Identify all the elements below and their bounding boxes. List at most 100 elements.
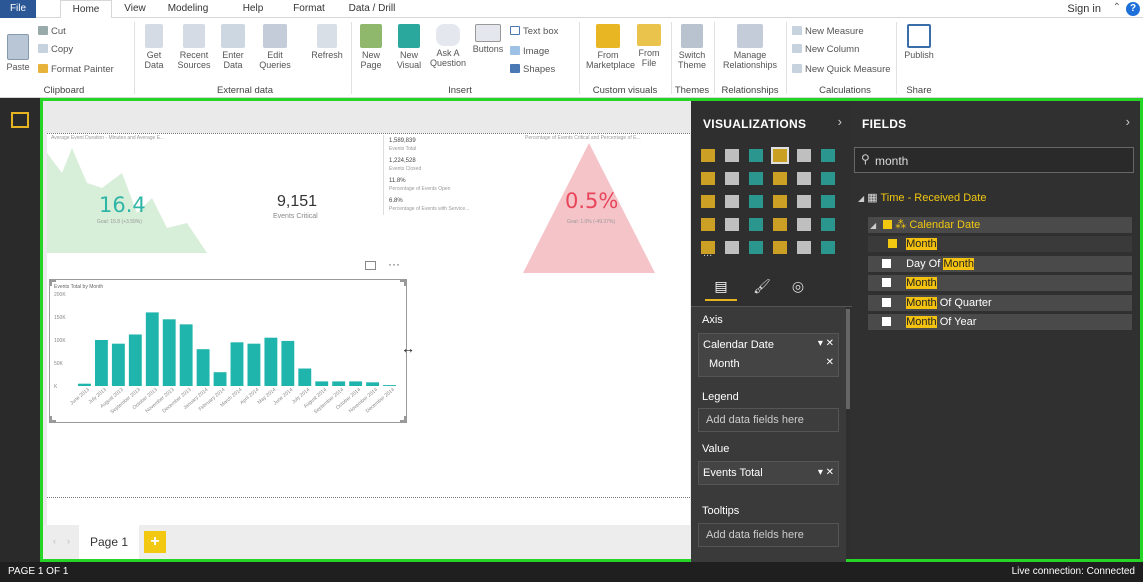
checkbox[interactable] xyxy=(882,278,891,287)
visual-type-icon[interactable] xyxy=(701,172,715,185)
tab-file[interactable]: File xyxy=(0,0,36,18)
visual-type-icon[interactable] xyxy=(797,218,811,231)
visual-type-icon[interactable] xyxy=(821,172,835,185)
checkbox[interactable] xyxy=(882,298,891,307)
field-item-month[interactable]: Month xyxy=(868,275,1132,291)
prev-page-icon[interactable]: ‹ xyxy=(53,536,56,546)
visual-type-icon[interactable] xyxy=(725,241,739,254)
new-column-button[interactable]: New Column xyxy=(792,44,859,56)
collapse-pane-icon[interactable]: › xyxy=(1126,114,1130,129)
bar[interactable] xyxy=(264,337,278,386)
switch-theme-button[interactable]: Switch Theme xyxy=(674,24,710,70)
recent-sources-button[interactable]: Recent Sources xyxy=(174,24,214,70)
new-measure-button[interactable]: New Measure xyxy=(792,26,864,38)
field-item-month-hierarchy[interactable]: Month xyxy=(868,236,1132,252)
next-page-icon[interactable]: › xyxy=(67,536,70,546)
bar[interactable] xyxy=(213,372,227,386)
checkbox[interactable] xyxy=(882,259,891,268)
tab-home[interactable]: Home xyxy=(60,0,112,19)
visual-type-icon[interactable] xyxy=(773,172,787,185)
page-tab[interactable]: Page 1 xyxy=(79,525,139,559)
legend-well[interactable]: Add data fields here xyxy=(698,408,839,432)
visual-type-icon[interactable] xyxy=(821,218,835,231)
bar[interactable] xyxy=(230,342,244,386)
from-file-button[interactable]: From File xyxy=(634,24,664,68)
visual-type-icon[interactable] xyxy=(749,195,763,208)
bar[interactable] xyxy=(366,382,380,386)
visual-type-icon[interactable] xyxy=(701,149,715,162)
report-view-icon[interactable] xyxy=(11,112,29,128)
remove-field-icon[interactable]: ▾ ✕ xyxy=(818,467,834,478)
visual-type-icon[interactable] xyxy=(725,195,739,208)
get-data-button[interactable]: Get Data xyxy=(138,24,170,70)
field-table[interactable]: ◢ ▦ Time - Received Date xyxy=(858,191,986,204)
publish-button[interactable]: Publish xyxy=(902,24,936,60)
sign-in-link[interactable]: Sign in xyxy=(1067,0,1101,18)
visual-type-icon[interactable] xyxy=(725,218,739,231)
visual-type-icon[interactable] xyxy=(725,172,739,185)
field-item-month-of-year[interactable]: Month Of Year xyxy=(868,314,1132,330)
ask-question-button[interactable]: Ask A Question xyxy=(428,24,468,68)
enter-data-button[interactable]: Enter Data xyxy=(218,24,248,70)
format-tab-icon[interactable]: 🖌 xyxy=(747,273,777,299)
paste-button[interactable]: Paste xyxy=(4,34,32,72)
tab-modeling[interactable]: Modeling xyxy=(166,0,210,18)
field-search-input[interactable]: ⚲ month xyxy=(854,147,1134,173)
analytics-tab-icon[interactable]: ◎ xyxy=(783,273,813,299)
bar[interactable] xyxy=(78,383,91,386)
focus-mode-icon[interactable] xyxy=(365,261,376,270)
bar[interactable] xyxy=(247,343,261,386)
checkbox-checked[interactable] xyxy=(883,220,893,229)
bar[interactable] xyxy=(281,340,295,386)
shapes-button[interactable]: Shapes xyxy=(510,64,555,76)
cut-button[interactable]: Cut xyxy=(38,26,66,38)
visual-type-icon[interactable] xyxy=(701,218,715,231)
bar[interactable] xyxy=(162,319,176,386)
visual-type-icon[interactable] xyxy=(821,195,835,208)
checkbox-checked[interactable] xyxy=(888,239,897,248)
bar[interactable] xyxy=(349,381,363,386)
axis-well[interactable]: Calendar Date Month ▾ ✕ ✕ xyxy=(698,333,839,377)
new-page-button[interactable]: New Page xyxy=(356,24,386,70)
visual-type-icon[interactable] xyxy=(725,149,739,162)
bar[interactable] xyxy=(383,385,396,386)
visual-type-icon[interactable] xyxy=(797,241,811,254)
bar[interactable] xyxy=(315,381,329,386)
new-quick-measure-button[interactable]: New Quick Measure xyxy=(792,64,891,76)
bar[interactable] xyxy=(332,381,346,386)
visual-type-icon[interactable] xyxy=(821,149,835,162)
visual-type-icon[interactable] xyxy=(797,172,811,185)
tab-format[interactable]: Format xyxy=(290,0,328,18)
visual-type-icon[interactable] xyxy=(797,195,811,208)
visual-type-icon[interactable] xyxy=(749,172,763,185)
tab-view[interactable]: View xyxy=(118,0,152,18)
image-button[interactable]: Image xyxy=(510,46,549,58)
scrollbar[interactable] xyxy=(846,309,850,409)
visual-type-icon[interactable] xyxy=(749,218,763,231)
field-item-day-of-month[interactable]: Day Of Month xyxy=(868,256,1132,272)
bar[interactable] xyxy=(145,312,159,386)
visual-type-icon[interactable] xyxy=(771,147,789,164)
field-item-month-of-quarter[interactable]: Month Of Quarter xyxy=(868,295,1132,311)
bar-chart-visual[interactable]: Events Total by Month 200K 150K 100K 50K K Jun… xyxy=(49,279,407,423)
value-well[interactable]: Events Total ▾ ✕ xyxy=(698,461,839,485)
format-painter-button[interactable]: Format Painter xyxy=(38,64,114,76)
collapse-pane-icon[interactable]: › xyxy=(838,114,842,129)
fields-tab-icon[interactable]: ▤ xyxy=(705,273,737,301)
new-visual-button[interactable]: New Visual xyxy=(394,24,424,70)
visual-type-icon[interactable] xyxy=(821,241,835,254)
collapse-ribbon-icon[interactable]: ⌃ xyxy=(1113,2,1121,13)
tab-help[interactable]: Help xyxy=(238,0,268,18)
bar[interactable] xyxy=(111,343,125,386)
manage-relationships-button[interactable]: Manage Relationships xyxy=(718,24,782,70)
from-marketplace-button[interactable]: From Marketplace xyxy=(586,24,635,70)
tooltips-well[interactable]: Add data fields here xyxy=(698,523,839,547)
buttons-button[interactable]: Buttons xyxy=(470,24,506,54)
visual-type-icon[interactable] xyxy=(701,195,715,208)
remove-field-icon[interactable]: ▾ ✕ xyxy=(818,338,834,349)
checkbox[interactable] xyxy=(882,317,891,326)
bar[interactable] xyxy=(298,368,312,386)
bar[interactable] xyxy=(128,334,142,386)
help-icon[interactable]: ? xyxy=(1126,2,1140,16)
tab-data-drill[interactable]: Data / Drill xyxy=(344,0,400,18)
